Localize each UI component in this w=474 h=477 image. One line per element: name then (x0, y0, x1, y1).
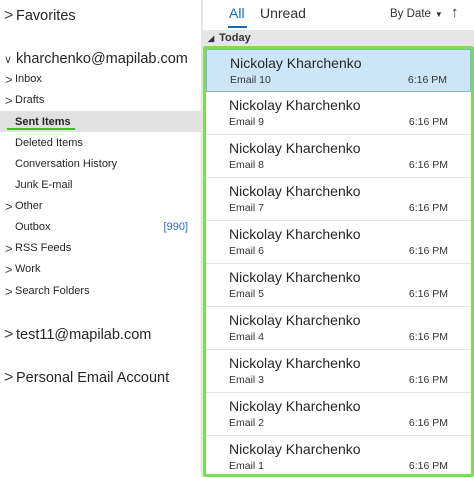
message-sender: Nickolay Kharchenko (229, 398, 361, 414)
tab-unread[interactable]: Unread (260, 5, 306, 21)
folder-label: RSS Feeds (15, 242, 72, 254)
group-header-today[interactable]: ◢ Today (203, 30, 474, 46)
folder-drafts[interactable]: > Drafts (0, 90, 201, 110)
chevron-right-icon[interactable]: > (5, 241, 15, 256)
folder-other[interactable]: > Other (0, 196, 201, 216)
sort-by-label: By Date (390, 8, 431, 20)
message-time: 6:16 PM (408, 417, 448, 429)
chevron-right-icon[interactable]: > (4, 369, 16, 387)
message-item[interactable]: Nickolay Kharchenko Email 2 6:16 PM (206, 393, 471, 436)
folder-search-folders[interactable]: > Search Folders (0, 281, 201, 301)
account-header-test11[interactable]: > test11@mapilab.com (0, 325, 201, 345)
message-time: 6:16 PM (408, 245, 448, 257)
folder-pane: > Favorites ∨ kharchenko@mapilab.com > I… (0, 0, 201, 477)
chevron-down-icon[interactable]: ∨ (4, 53, 16, 66)
favorites-label: Favorites (16, 8, 76, 24)
folder-rss-feeds[interactable]: > RSS Feeds (0, 238, 201, 258)
folder-label: Inbox (15, 73, 42, 85)
chevron-right-icon[interactable]: > (4, 326, 16, 344)
message-sender: Nickolay Kharchenko (229, 140, 361, 156)
message-time: 6:16 PM (408, 288, 448, 300)
message-subject: Email 5 (229, 288, 265, 300)
account-name: test11@mapilab.com (16, 327, 152, 343)
message-list-pane: All Unread By Date ▼ ↑ ◢ Today Nickolay … (203, 0, 474, 477)
sort-by-dropdown[interactable]: By Date ▼ (390, 8, 443, 20)
message-subject: Email 2 (229, 417, 265, 429)
folder-inbox[interactable]: > Inbox (0, 69, 201, 89)
message-item[interactable]: Nickolay Kharchenko Email 10 6:16 PM (206, 49, 471, 92)
account-header-personal[interactable]: > Personal Email Account (0, 368, 201, 388)
folder-conversation-history[interactable]: Conversation History (0, 154, 201, 174)
chevron-right-icon[interactable]: > (5, 284, 15, 299)
chevron-down-icon: ▼ (434, 9, 443, 19)
message-sender: Nickolay Kharchenko (229, 441, 361, 457)
account-name: Personal Email Account (16, 370, 170, 386)
folder-label: Drafts (15, 94, 45, 106)
collapse-triangle-icon[interactable]: ◢ (208, 34, 214, 43)
selected-folder-underline (7, 128, 75, 130)
message-time: 6:16 PM (408, 374, 448, 386)
account-header-kharchenko[interactable]: ∨ kharchenko@mapilab.com (0, 49, 201, 69)
message-item[interactable]: Nickolay Kharchenko Email 6 6:16 PM (206, 221, 471, 264)
message-item[interactable]: Nickolay Kharchenko Email 4 6:16 PM (206, 307, 471, 350)
message-subject: Email 9 (229, 116, 265, 128)
chevron-right-icon[interactable]: > (4, 7, 16, 25)
message-subject: Email 8 (229, 159, 265, 171)
message-time: 6:16 PM (408, 202, 448, 214)
folder-label: Deleted Items (15, 137, 83, 149)
folder-label: Junk E-mail (15, 179, 73, 191)
message-sender: Nickolay Kharchenko (230, 55, 362, 71)
folder-work[interactable]: > Work (0, 259, 201, 279)
message-sender: Nickolay Kharchenko (229, 97, 361, 113)
folder-label: Other (15, 200, 43, 212)
tab-all-underline (228, 26, 247, 28)
message-item[interactable]: Nickolay Kharchenko Email 3 6:16 PM (206, 350, 471, 393)
message-item[interactable]: Nickolay Kharchenko Email 8 6:16 PM (206, 135, 471, 178)
message-sender: Nickolay Kharchenko (229, 183, 361, 199)
sort-direction-arrow-icon[interactable]: ↑ (451, 4, 459, 21)
chevron-right-icon[interactable]: > (5, 72, 15, 87)
message-list: Nickolay Kharchenko Email 10 6:16 PM Nic… (203, 46, 474, 477)
message-sender: Nickolay Kharchenko (229, 355, 361, 371)
folder-label: Conversation History (15, 158, 118, 170)
folder-deleted-items[interactable]: Deleted Items (0, 133, 201, 153)
chevron-right-icon[interactable]: > (5, 262, 15, 277)
message-sender: Nickolay Kharchenko (229, 269, 361, 285)
message-subject: Email 10 (230, 74, 271, 86)
message-subject: Email 1 (229, 460, 265, 472)
message-time: 6:16 PM (408, 331, 448, 343)
chevron-right-icon[interactable]: > (5, 93, 15, 108)
folder-label: Search Folders (15, 285, 90, 297)
message-item[interactable]: Nickolay Kharchenko Email 9 6:16 PM (206, 92, 471, 135)
message-subject: Email 3 (229, 374, 265, 386)
favorites-header[interactable]: > Favorites (0, 6, 201, 26)
folder-outbox[interactable]: Outbox [990] (0, 217, 201, 237)
group-label: Today (219, 32, 251, 44)
chevron-right-icon[interactable]: > (5, 199, 15, 214)
folder-junk-email[interactable]: Junk E-mail (0, 175, 201, 195)
message-time: 6:16 PM (407, 74, 447, 86)
message-subject: Email 6 (229, 245, 265, 257)
message-subject: Email 7 (229, 202, 265, 214)
message-sender: Nickolay Kharchenko (229, 226, 361, 242)
message-sender: Nickolay Kharchenko (229, 312, 361, 328)
message-item[interactable]: Nickolay Kharchenko Email 5 6:16 PM (206, 264, 471, 307)
message-time: 6:16 PM (408, 159, 448, 171)
folder-label: Work (15, 263, 41, 275)
message-time: 6:16 PM (408, 116, 448, 128)
folder-label: Outbox (15, 221, 51, 233)
message-subject: Email 4 (229, 331, 265, 343)
message-item[interactable]: Nickolay Kharchenko Email 7 6:16 PM (206, 178, 471, 221)
account-name: kharchenko@mapilab.com (16, 51, 188, 67)
outbox-count-badge: [990] (163, 221, 188, 233)
tab-all[interactable]: All (229, 5, 245, 21)
message-item[interactable]: Nickolay Kharchenko Email 1 6:16 PM (206, 436, 471, 474)
message-time: 6:16 PM (408, 460, 448, 472)
folder-label: Sent Items (15, 115, 71, 128)
